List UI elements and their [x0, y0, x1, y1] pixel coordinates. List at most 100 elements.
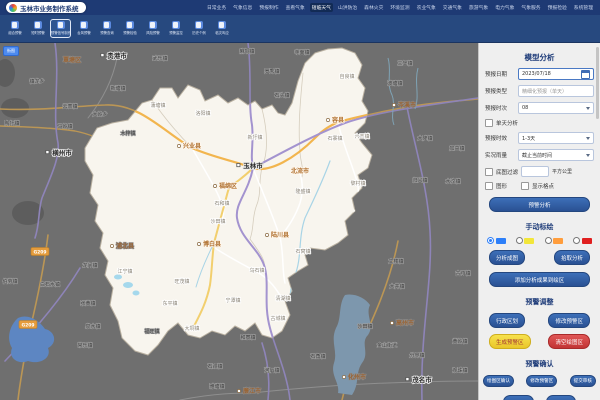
menu-item-5[interactable]: 短临天气	[310, 3, 333, 12]
draw-color-options	[487, 237, 592, 244]
county-marker	[390, 321, 393, 324]
calendar-icon[interactable]	[581, 70, 590, 79]
forecast-type-input[interactable]: 精细化预报（单天）	[518, 85, 594, 97]
modify-warning-area-button-2[interactable]: 修改预警区	[526, 375, 557, 387]
tab-9[interactable]: 历史个例	[188, 19, 209, 38]
radio-icon	[487, 237, 494, 244]
analysis-to-image-button[interactable]: 分析成图	[489, 250, 525, 265]
map-city-label: 茂名市	[412, 375, 432, 384]
map-town-label: 蒲塘镇	[150, 102, 165, 109]
tab-5[interactable]: 预警查询	[96, 19, 117, 38]
tab-10[interactable]: 临灾叫应	[211, 19, 232, 38]
tab-2[interactable]: 短时预警	[27, 19, 48, 38]
document-icon	[57, 21, 65, 29]
menu-item-7[interactable]: 森林火灾	[362, 3, 385, 12]
county-marker	[213, 184, 216, 187]
map-county-label: 岑溪市	[398, 101, 416, 109]
menu-item-1[interactable]: 日常业务	[205, 3, 228, 12]
tab-8[interactable]: 预警监控	[165, 19, 186, 38]
add-analysis-to-draw-button[interactable]: 添加分析成果到绘区	[489, 272, 590, 287]
validity-select[interactable]: 1-3天	[518, 132, 594, 144]
panel-scrollbar[interactable]	[596, 47, 599, 119]
menu-item-14[interactable]: 预报检验	[546, 3, 569, 12]
city-marker	[237, 164, 240, 167]
city-marker	[406, 378, 409, 381]
map-town-label: 东平镇	[162, 300, 177, 307]
clear-draw-area-button[interactable]: 清空绘图区	[548, 334, 590, 349]
warning-adjust-title: 预警调整	[479, 297, 600, 307]
map-layer-button[interactable]: 街图	[3, 46, 19, 56]
tab-7[interactable]: 风险预警	[142, 19, 163, 38]
document-icon	[80, 21, 88, 29]
map-canvas[interactable]: 武乐镇麻垌镇寺面镇罗秀镇三堡镇自良镇波塘镇镇龙乡新塘镇石头镇蒲塘镇云表镇洛阳镇大…	[0, 43, 478, 400]
menu-item-10[interactable]: 交通气象	[441, 3, 464, 12]
admin-region-button[interactable]: 行政区划	[489, 313, 525, 328]
map-town-label: 加益镇	[449, 145, 464, 152]
menu-item-15[interactable]: 系统管理	[572, 3, 595, 12]
menu-item-6[interactable]: 山洪防治	[336, 3, 359, 12]
forecast-time-value: 08	[522, 105, 528, 111]
county-marker	[177, 144, 180, 147]
map-town-label: 伯劳镇	[2, 278, 17, 285]
map-town-label: 沙田镇	[357, 323, 372, 330]
draw-color-orange[interactable]	[545, 237, 564, 244]
road-badge-label: G209	[21, 323, 34, 329]
adjust-row-1: 行政区划 修改预警区	[489, 313, 590, 328]
forecast-date-input[interactable]: 2023/07/18	[518, 68, 594, 80]
tab-6[interactable]: 预警检验	[119, 19, 140, 38]
tab-4[interactable]: 台风预警	[73, 19, 94, 38]
map-city-label: 玉林市	[243, 161, 263, 170]
submit-review-button[interactable]: 提交审核	[570, 375, 596, 387]
generate-warning-area-button[interactable]: 生成预警区	[489, 334, 531, 349]
pick-analysis-button[interactable]: 拾取分析	[554, 250, 590, 265]
menu-item-11[interactable]: 旅游气象	[467, 3, 490, 12]
adjust-row-2: 生成预警区 清空绘图区	[489, 334, 590, 349]
tab-label: 临灾叫应	[215, 30, 229, 35]
chevron-down-icon	[586, 154, 590, 157]
menu-item-9[interactable]: 农业气象	[415, 3, 438, 12]
tab-label: 预警查询	[100, 30, 114, 35]
county-marker	[326, 118, 329, 121]
draw-color-yellow[interactable]	[516, 237, 535, 244]
map-town-label: 自良镇	[339, 73, 354, 80]
single-day-checkbox[interactable]	[485, 119, 493, 127]
map-town-label: 马岭镇	[57, 123, 72, 130]
rain-select[interactable]: 截止当前时间	[518, 149, 594, 161]
filter-checkbox[interactable]	[485, 168, 493, 176]
menu-item-8[interactable]: 环境监测	[388, 3, 411, 12]
next-step-button[interactable]: 下一步	[546, 395, 577, 400]
warning-analysis-button[interactable]: 预警分析	[489, 197, 590, 212]
graphic-checkbox[interactable]	[485, 182, 493, 190]
top-menu: 日常业务气象信息预报制作查看气象短临天气山洪防治森林火灾环境监测农业气象交通气象…	[205, 3, 595, 12]
filter-area-input[interactable]	[521, 166, 549, 177]
forecast-time-select[interactable]: 08	[518, 102, 594, 114]
draw-color-blue[interactable]	[487, 237, 506, 244]
forecast-type-label: 预报类型	[485, 87, 515, 95]
step-nav-row: 上一步 下一步	[479, 395, 600, 400]
validity-label: 预报时效	[485, 134, 515, 142]
warning-confirm-title: 预警确认	[479, 359, 600, 369]
menu-item-13[interactable]: 气象服务	[519, 3, 542, 12]
menu-item-3[interactable]: 预报制作	[257, 3, 280, 12]
map-town-label: 江宁镇	[117, 268, 132, 275]
confirm-row: 绘图区确认 修改预警区 提交审核	[483, 375, 596, 387]
map-town-label: 白石水镇	[40, 281, 60, 288]
menu-item-12[interactable]: 电力气象	[493, 3, 516, 12]
map-town-label: 木梓镇	[120, 130, 135, 137]
tab-3[interactable]: 预警信号制作	[50, 19, 71, 38]
modify-warning-area-button[interactable]: 修改预警区	[548, 313, 590, 328]
tab-1[interactable]: 组合预警	[4, 19, 25, 38]
grid-label: 显示格点	[532, 182, 554, 190]
menu-item-4[interactable]: 查看气象	[284, 3, 307, 12]
county-marker	[265, 233, 268, 236]
grid-checkbox[interactable]	[521, 182, 529, 190]
city-marker	[101, 54, 104, 57]
map-county-label: 博白县	[203, 240, 221, 248]
menu-item-2[interactable]: 气象信息	[231, 3, 254, 12]
draw-area-confirm-button[interactable]: 绘图区确认	[483, 375, 514, 387]
side-panel: 模型分析 预报日期 2023/07/18 预报类型 精细化预报（单天） 预报时次…	[478, 43, 600, 400]
map-town-label: 宁潭镇	[225, 297, 240, 304]
draw-color-red[interactable]	[573, 237, 592, 244]
previous-step-button[interactable]: 上一步	[503, 395, 534, 400]
single-day-row: 单天分析	[485, 119, 594, 127]
